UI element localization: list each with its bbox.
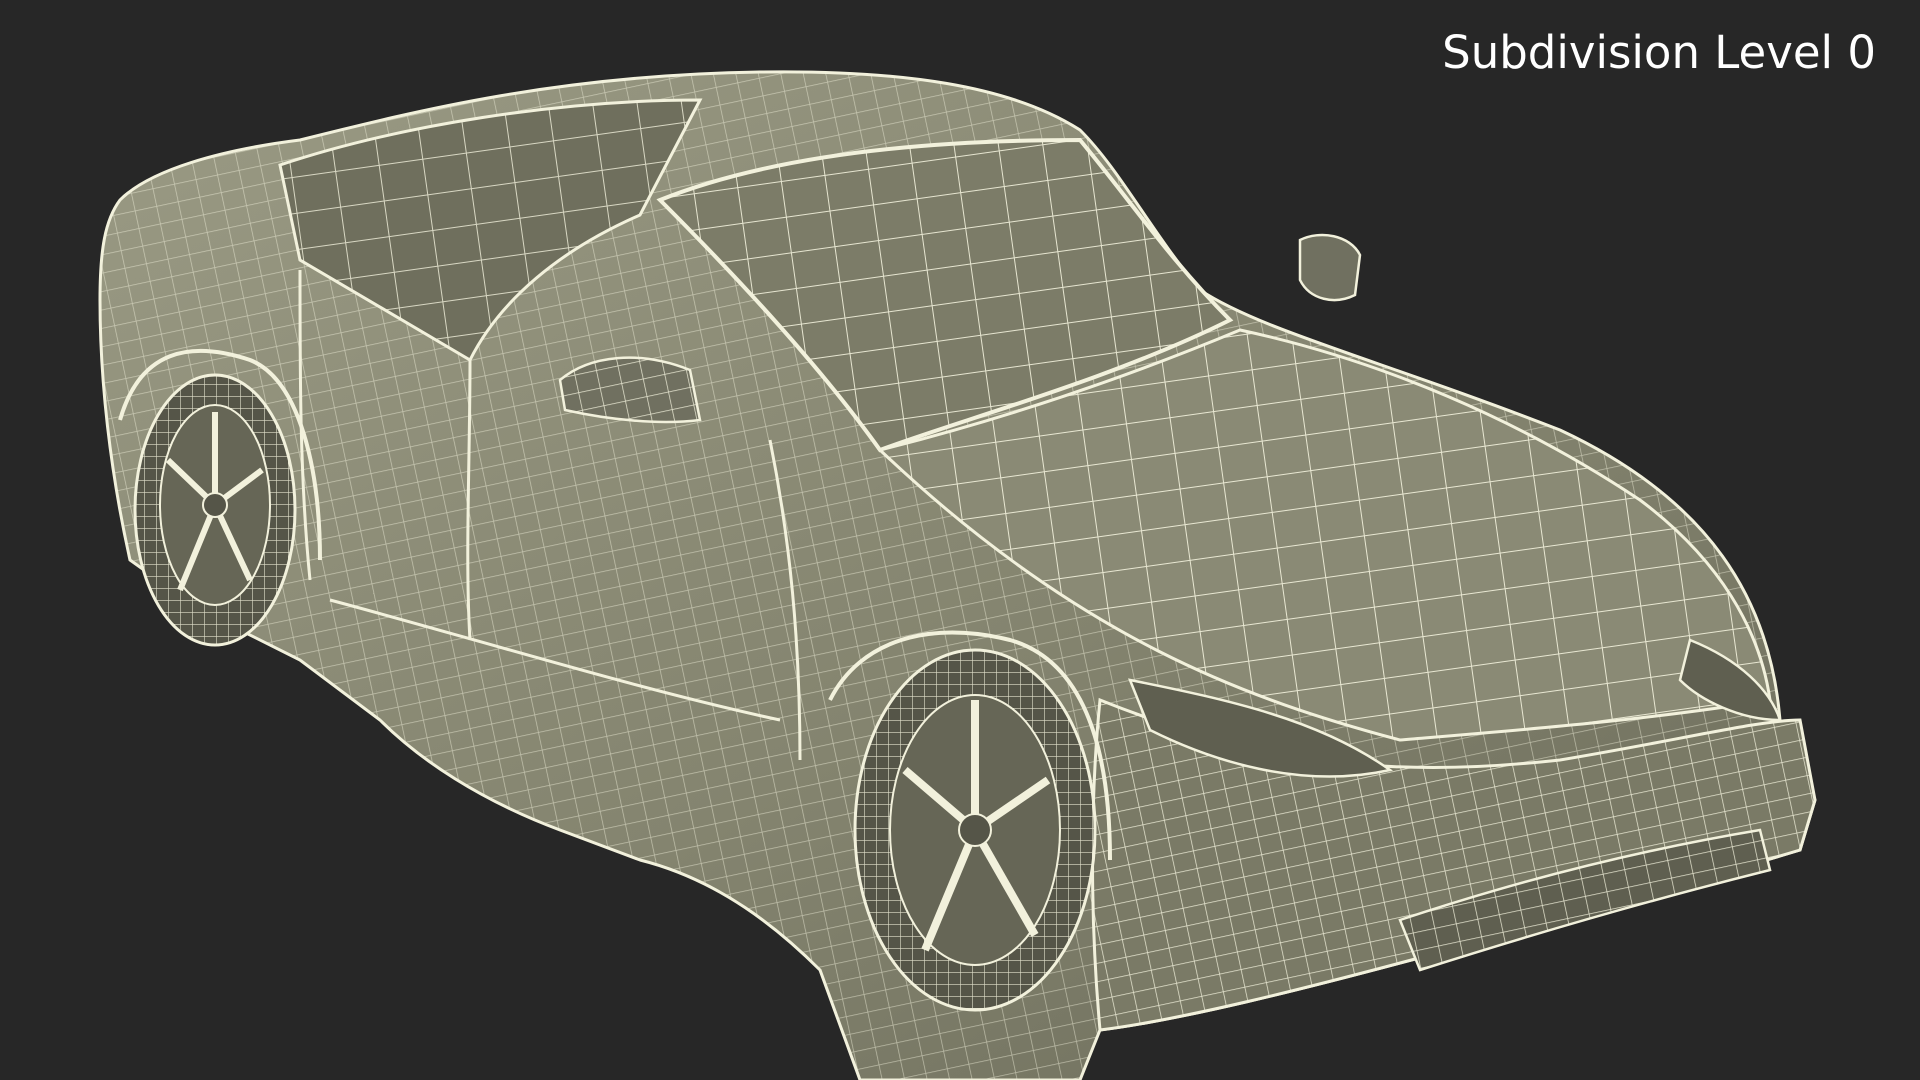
subdivision-level-label: Subdivision Level 0 xyxy=(1442,26,1876,79)
car-wireframe-render xyxy=(98,70,1817,1080)
car-front-wheel xyxy=(853,648,1097,1012)
car-rear-wheel xyxy=(133,373,297,647)
render-viewport: Subdivision Level 0 xyxy=(0,0,1920,1080)
